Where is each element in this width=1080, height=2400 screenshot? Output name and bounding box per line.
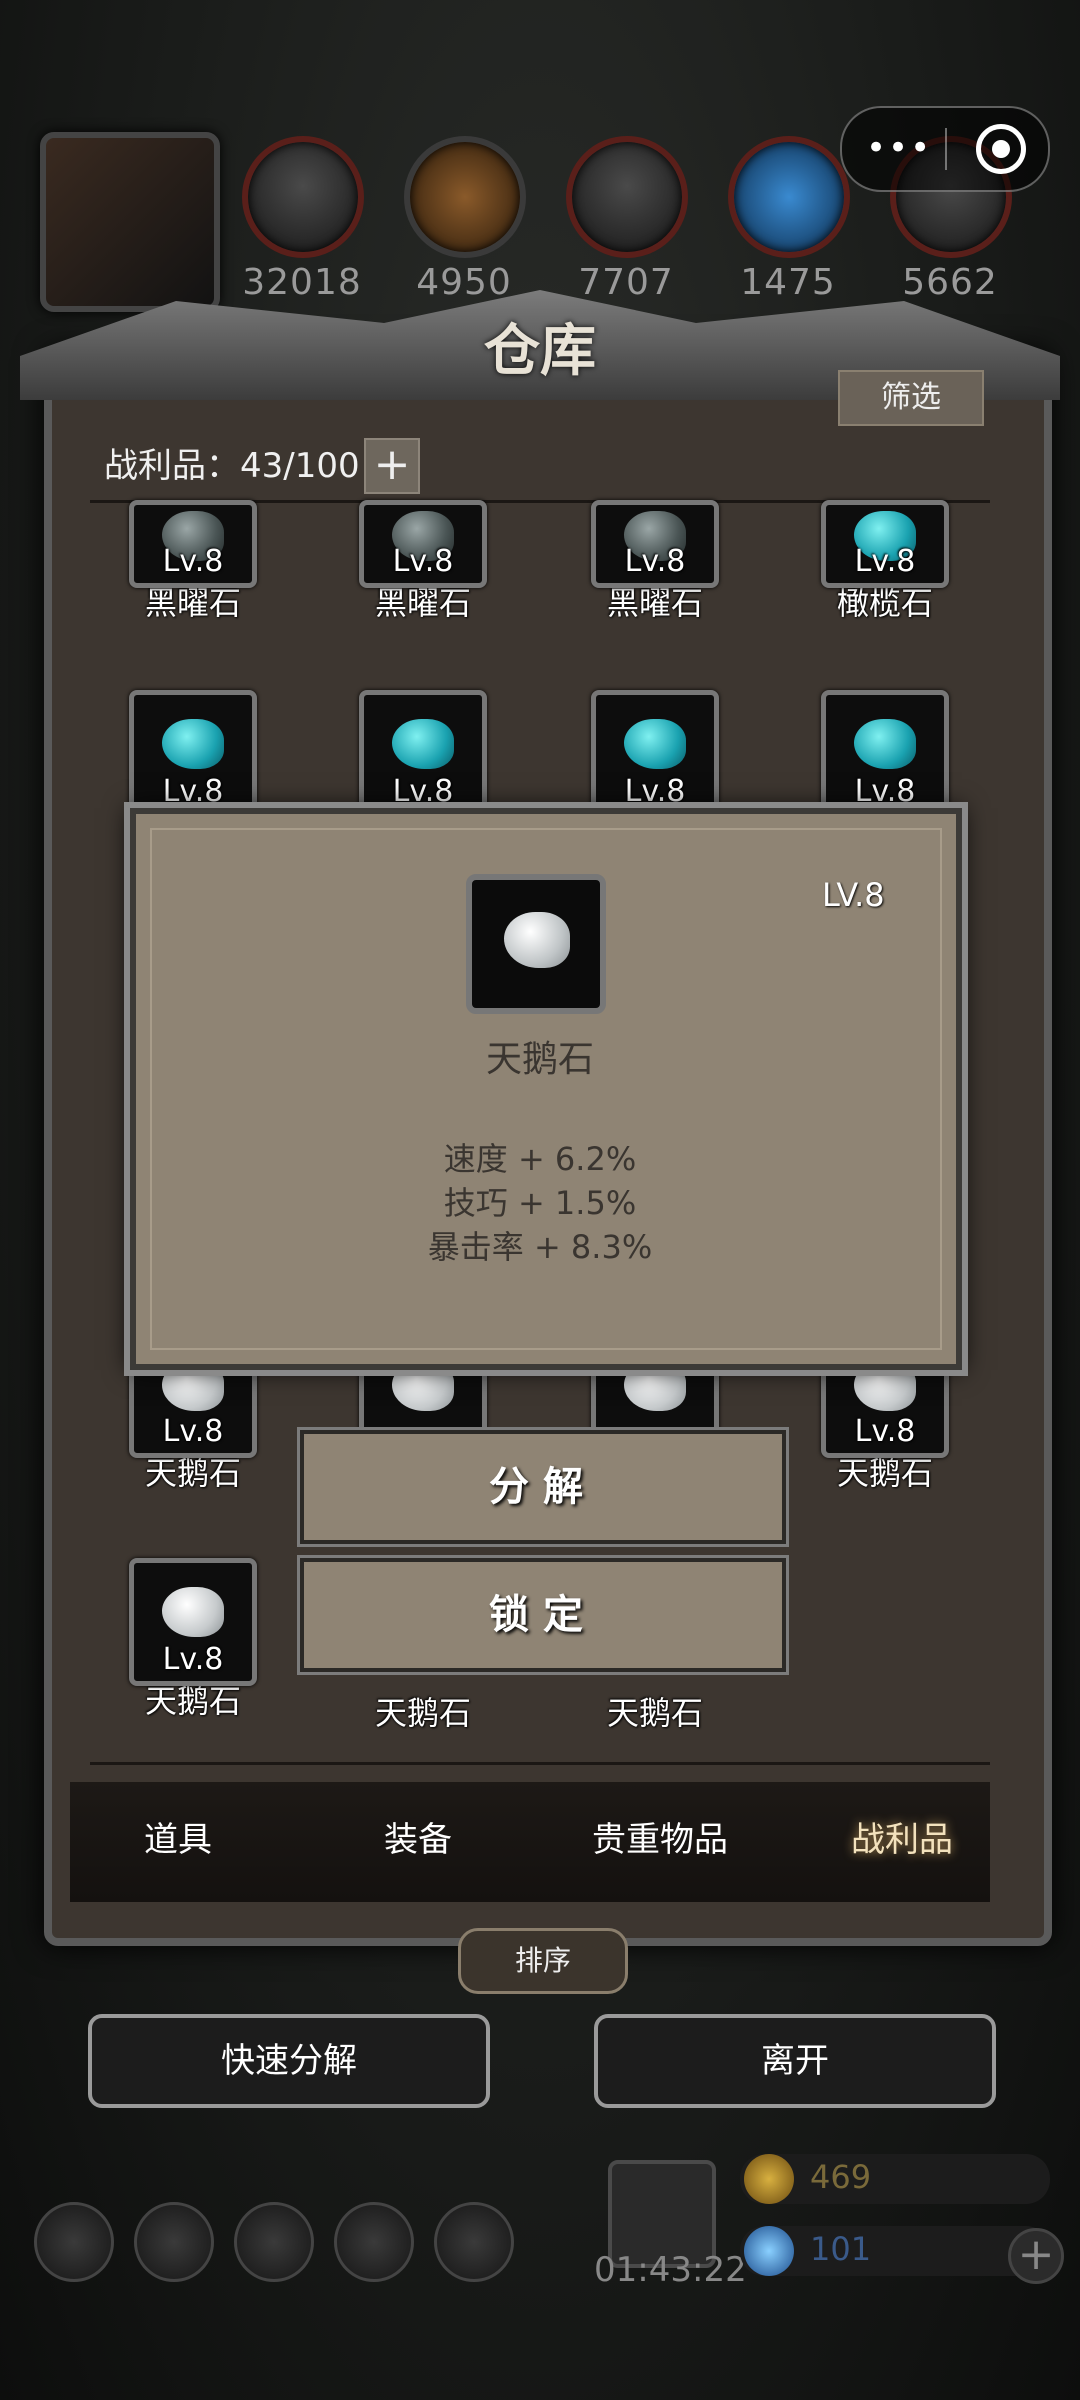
more-menu-icon[interactable]: •••: [866, 128, 932, 168]
popup-level: LV.8: [822, 876, 885, 914]
inventory-item[interactable]: Lv.8 黑曜石: [128, 500, 258, 624]
achievement-icon[interactable]: [134, 2202, 214, 2282]
inventory-item[interactable]: Lv.8 黑曜石: [358, 500, 488, 624]
player-avatar[interactable]: [40, 132, 220, 312]
gem-icon: Lv.8: [821, 690, 949, 818]
resource-leather: 32018: [242, 136, 364, 303]
item-level: Lv.8: [162, 1414, 224, 1449]
inventory-item[interactable]: Lv.8: [820, 690, 950, 818]
item-name: 天鹅石: [374, 1694, 471, 1732]
inventory-item[interactable]: Lv.8 天鹅石: [128, 1350, 258, 1494]
item-name: 天鹅石: [606, 1694, 703, 1732]
tab-equipment[interactable]: 装备: [308, 1812, 528, 1861]
item-level: Lv.8: [854, 774, 916, 809]
wood-icon: [404, 136, 526, 258]
gem-icon: Lv.8: [821, 500, 949, 588]
inventory-item[interactable]: Lv.8 天鹅石: [820, 1350, 950, 1494]
gem-icon: Lv.8: [359, 690, 487, 818]
add-currency-button[interactable]: +: [1008, 2228, 1064, 2284]
sort-button[interactable]: 排序: [458, 1928, 628, 1994]
inventory-item[interactable]: Lv.8: [358, 690, 488, 818]
gold-amount: 469: [810, 2158, 872, 2196]
iron-ingot-icon: [566, 136, 688, 258]
stat-speed: 速度 + 6.2%: [443, 1140, 637, 1178]
inventory-item[interactable]: Lv.8 天鹅石: [128, 1558, 258, 1722]
resource-anvil-count: 5662: [902, 262, 998, 303]
page-title: 仓库: [484, 318, 596, 384]
item-level: Lv.8: [624, 544, 686, 579]
filter-button[interactable]: 筛选: [838, 370, 984, 426]
resource-leather-count: 32018: [242, 262, 362, 303]
gift-timer: 01:43:22: [594, 2250, 747, 2290]
inventory-item[interactable]: 天鹅石: [590, 1688, 720, 1734]
resource-iron-count: 7707: [578, 262, 674, 303]
tab-valuables[interactable]: 贵重物品: [550, 1812, 770, 1861]
leave-button[interactable]: 离开: [594, 2014, 996, 2108]
resource-wood: 4950: [404, 136, 526, 303]
resource-crystal: 1475: [728, 136, 850, 303]
resource-crystal-count: 1475: [740, 262, 836, 303]
bottom-divider: [90, 1762, 990, 1765]
item-level: Lv.8: [624, 774, 686, 809]
lock-button[interactable]: 锁定: [300, 1558, 786, 1672]
tab-props[interactable]: 道具: [68, 1812, 288, 1861]
inventory-item[interactable]: Lv.8 橄榄石: [820, 500, 950, 624]
gem-icon: Lv.8: [591, 690, 719, 818]
resource-wood-count: 4950: [416, 262, 512, 303]
inventory-item[interactable]: Lv.8 黑曜石: [590, 500, 720, 624]
gem-icon: Lv.8: [129, 690, 257, 818]
gem-icon: [744, 2226, 794, 2276]
popup-item-name: 天鹅石: [485, 1039, 594, 1080]
loot-capacity-label: 战利品：43/100: [104, 446, 360, 486]
inventory-item[interactable]: Lv.8: [590, 690, 720, 818]
shop-icon[interactable]: [434, 2202, 514, 2282]
crystal-icon: [728, 136, 850, 258]
swan-stone-icon: [466, 874, 606, 1014]
item-level: Lv.8: [162, 1642, 224, 1677]
item-level: Lv.8: [854, 1414, 916, 1449]
item-level: Lv.8: [162, 774, 224, 809]
resource-iron: 7707: [566, 136, 688, 303]
capsule-divider: [945, 128, 947, 170]
inventory-item[interactable]: Lv.8: [128, 690, 258, 818]
close-miniprogram-icon[interactable]: [976, 124, 1026, 174]
gem-icon: Lv.8: [359, 500, 487, 588]
gem-icon: Lv.8: [591, 500, 719, 588]
quick-decompose-button[interactable]: 快速分解: [88, 2014, 490, 2108]
stat-crit: 暴击率 + 8.3%: [427, 1228, 653, 1266]
mail-icon[interactable]: [334, 2202, 414, 2282]
guild-icon[interactable]: [234, 2202, 314, 2282]
gem-amount: 101: [810, 2230, 872, 2268]
gem-icon: Lv.8: [129, 1558, 257, 1686]
item-level: Lv.8: [392, 544, 454, 579]
decompose-button[interactable]: 分解: [300, 1430, 786, 1544]
inventory-item[interactable]: 天鹅石: [358, 1688, 488, 1734]
gem-icon: Lv.8: [129, 500, 257, 588]
item-level: Lv.8: [392, 774, 454, 809]
expand-capacity-button[interactable]: +: [364, 438, 420, 494]
leather-icon: [242, 136, 364, 258]
item-level: Lv.8: [162, 544, 224, 579]
settings-icon[interactable]: [34, 2202, 114, 2282]
item-level: Lv.8: [854, 544, 916, 579]
miniprogram-capsule: •••: [840, 106, 1050, 192]
tab-loot[interactable]: 战利品: [792, 1812, 1012, 1861]
stat-skill: 技巧 + 1.5%: [443, 1184, 637, 1222]
gold-coin-icon: [744, 2154, 794, 2204]
